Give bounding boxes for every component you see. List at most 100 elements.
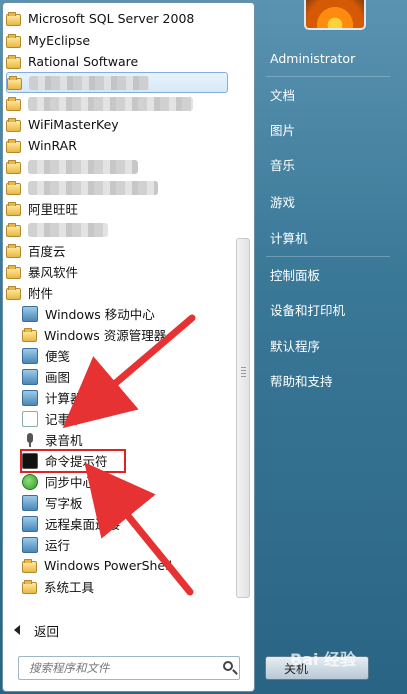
divider [266,76,390,77]
program-item[interactable]: Windows PowerShell [22,555,228,576]
watermark: Bai 经验 [290,650,357,669]
program-folder-item[interactable] [6,219,228,240]
folder-icon [6,180,21,195]
app-icon [22,536,38,553]
program-label: 计算器 [45,391,83,406]
right-menu-item[interactable]: 帮助和支持 [262,369,397,391]
right-menu-item[interactable]: 控制面板 [262,263,397,285]
right-menu-item[interactable]: 文档 [262,83,397,105]
folder-icon [6,264,21,279]
blurred-label [28,180,158,195]
right-menu-item[interactable]: 图片 [262,118,397,140]
program-folder-item[interactable]: Microsoft SQL Server 2008 [6,8,228,29]
back-arrow-icon [14,625,20,635]
program-item[interactable]: 画图 [22,366,228,387]
start-menu: Microsoft SQL Server 2008 MyEclipse Ration… [0,0,407,694]
program-folder-item[interactable]: Rational Software [6,51,228,72]
program-item[interactable]: 便笺 [22,345,228,366]
program-label: 画图 [45,370,71,385]
right-menu-item[interactable]: 游戏 [262,190,397,212]
program-folder-item[interactable] [6,177,228,198]
program-label: Windows 移动中心 [45,307,155,322]
folder-icon [6,222,21,237]
program-folder-item[interactable]: 阿里旺旺 [6,198,228,219]
program-folder-item[interactable] [6,93,228,114]
folder-icon [6,201,21,216]
folder-icon [7,75,22,90]
back-label: 返回 [34,623,60,639]
program-folder-item[interactable] [6,72,228,93]
divider [266,256,390,257]
folder-icon [6,96,21,111]
right-menu-item[interactable]: 设备和打印机 [262,298,397,320]
folder-icon [6,54,21,69]
program-item[interactable]: 远程桌面连接 [22,513,228,534]
program-folder-item[interactable]: 暴风软件 [6,261,228,282]
user-avatar[interactable] [304,0,366,30]
programs-scrollbar[interactable] [236,238,250,598]
folder-icon [6,11,21,26]
program-label: Windows PowerShell [44,558,173,573]
program-item[interactable]: 同步中心 [22,471,228,492]
blurred-label [28,159,138,174]
highlight-box [20,449,126,473]
app-icon [22,494,38,511]
program-label: 运行 [45,538,71,553]
notepad-icon [22,410,38,427]
program-folder-item[interactable]: WiFiMasterKey [6,114,228,135]
blurred-label [29,75,149,90]
program-folder-item[interactable]: 附件 [6,282,228,303]
search-input[interactable] [27,660,211,676]
program-label: 录音机 [45,433,83,448]
program-item[interactable]: 录音机 [22,429,228,450]
app-icon [22,305,38,322]
program-item[interactable]: 写字板 [22,492,228,513]
program-label: Windows 资源管理器 [44,328,167,343]
program-folder-item[interactable]: 百度云 [6,240,228,261]
app-icon [22,389,38,406]
program-label: WinRAR [28,138,77,153]
program-label: 便笺 [45,349,71,364]
blurred-label [28,222,108,237]
right-menu-item[interactable]: 音乐 [262,153,397,175]
program-label: 远程桌面连接 [45,517,121,532]
sync-icon [22,473,38,490]
program-label: 暴风软件 [28,265,79,280]
program-folder-item[interactable]: MyEclipse [6,30,228,51]
program-label: 记事本 [45,412,83,427]
folder-icon [22,579,37,594]
right-menu-item[interactable]: Administrator [262,47,397,69]
right-menu-item[interactable]: 默认程序 [262,334,397,356]
folder-icon [22,558,37,573]
program-label: 百度云 [28,244,66,259]
folder-icon [6,117,21,132]
program-label: 同步中心 [45,475,96,490]
folder-icon [6,33,21,48]
program-item[interactable]: 系统工具 [22,576,228,597]
program-item[interactable]: 运行 [22,534,228,555]
program-item[interactable]: Windows 移动中心 [22,303,228,324]
program-label: 写字板 [45,496,83,511]
program-item[interactable]: 计算器 [22,387,228,408]
app-icon [22,515,38,532]
program-folder-item[interactable]: WinRAR [6,135,228,156]
app-icon [22,347,38,364]
program-label: WiFiMasterKey [28,117,119,132]
search-box[interactable] [18,656,240,680]
program-label: 系统工具 [44,580,95,595]
program-label: MyEclipse [28,33,91,48]
program-folder-item[interactable] [6,156,228,177]
program-label: Microsoft SQL Server 2008 [28,11,195,26]
program-label: 阿里旺旺 [28,202,79,217]
program-label: Rational Software [28,54,139,69]
program-label: 附件 [28,286,54,301]
folder-icon [6,159,21,174]
app-icon [22,368,38,385]
right-menu-item[interactable]: 计算机 [262,226,397,248]
back-button[interactable]: 返回 [10,619,230,641]
folder-icon [6,243,21,258]
program-item[interactable]: Windows 资源管理器 [22,324,228,345]
folder-icon [6,138,21,153]
search-icon[interactable] [223,661,233,671]
program-item[interactable]: 记事本 [22,408,228,429]
